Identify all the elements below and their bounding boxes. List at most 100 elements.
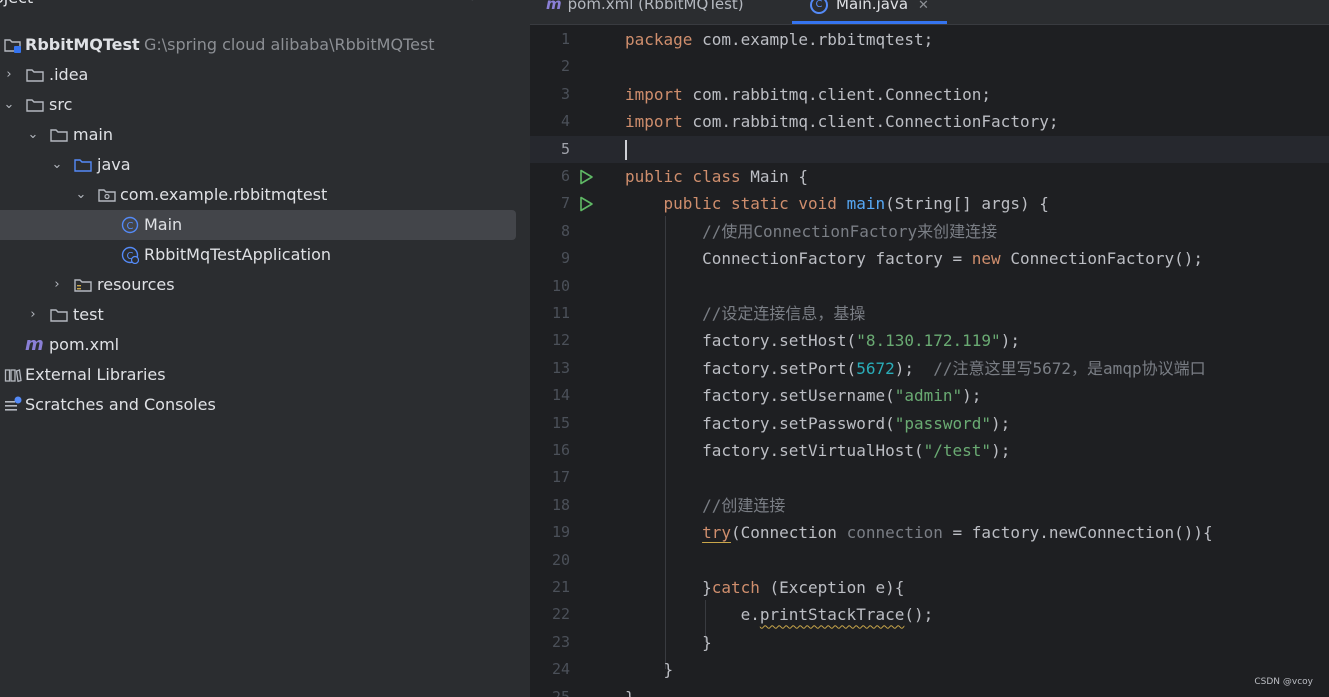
run-icon[interactable] <box>578 169 594 185</box>
code-text: //创建连接 <box>702 495 786 515</box>
tree-item-main-class[interactable]: C Main <box>0 210 516 240</box>
tree-item-idea[interactable]: › .idea <box>0 60 516 90</box>
tab-main-java[interactable]: C Main.java ✕ <box>792 0 947 24</box>
tree-item-project-root[interactable]: RbbitMQTest G:\spring cloud alibaba\Rbbi… <box>0 30 516 60</box>
tree-item-label: src <box>49 95 73 114</box>
collapse-all-icon[interactable]: ⌄ <box>400 0 411 3</box>
code-text: } <box>625 660 674 680</box>
code-line[interactable]: 10 <box>530 273 1329 300</box>
line-number: 17 <box>551 468 570 487</box>
code-line[interactable]: 23 } <box>530 629 1329 656</box>
code-text: //使用ConnectionFactory来创建连接 <box>702 221 998 241</box>
tree-item-label: resources <box>97 275 175 294</box>
code-line[interactable]: 9 ConnectionFactory factory = new Connec… <box>530 245 1329 272</box>
line-number: 11 <box>551 304 570 322</box>
line-number: 5 <box>560 139 570 158</box>
code-line-current[interactable]: 5 <box>530 135 1329 163</box>
tree-item-scratches[interactable]: Scratches and Consoles <box>0 390 516 420</box>
close-icon[interactable]: ✕ <box>432 0 443 3</box>
code-text: factory.setUsername("admin"); <box>625 386 982 406</box>
tree-item-label: RbbitMqTestApplication <box>144 245 332 264</box>
code-text: ConnectionFactory factory = new Connecti… <box>625 249 1203 269</box>
line-number: 25 <box>551 687 570 697</box>
line-number: 2 <box>560 57 570 76</box>
chevron-down-icon[interactable]: ⌄ <box>74 180 88 210</box>
code-line[interactable]: 19 try(Connection connection = factory.n… <box>530 519 1329 546</box>
code-line[interactable]: 3 import com.rabbitmq.client.Connection; <box>530 81 1329 108</box>
code-text: factory.setPort(5672); //注意这里写5672，是amqp… <box>625 358 1206 378</box>
tab-pom-xml[interactable]: m pom.xml (RbbitMQTest) <box>546 0 744 24</box>
close-icon[interactable]: ✕ <box>918 0 929 13</box>
chevron-right-icon[interactable]: › <box>26 300 40 330</box>
code-line[interactable]: 15 factory.setPassword("password"); <box>530 410 1329 437</box>
code-line[interactable]: 1 package com.example.rbbitmqtest; <box>530 26 1329 53</box>
run-icon[interactable] <box>578 196 594 212</box>
tree-item-external-libraries[interactable]: External Libraries <box>0 360 516 390</box>
line-number: 13 <box>551 358 570 377</box>
project-module-icon <box>4 39 21 53</box>
source-folder-icon <box>74 159 92 172</box>
code-line[interactable]: 18 //创建连接 <box>530 492 1329 519</box>
line-number: 14 <box>551 386 570 405</box>
more-options-icon[interactable]: ⋮ <box>466 0 479 3</box>
code-line[interactable]: 4 import com.rabbitmq.client.ConnectionFa… <box>530 108 1329 135</box>
tree-item-main[interactable]: ⌄ main <box>0 120 516 150</box>
line-number: 23 <box>551 632 570 651</box>
chevron-down-icon[interactable]: ⌄ <box>50 150 64 180</box>
code-text: try(Connection connection = factory.newC… <box>702 523 1213 543</box>
chevron-down-icon[interactable]: ⌄ <box>44 0 54 2</box>
tab-label: pom.xml (RbbitMQTest) <box>567 0 744 13</box>
editor-panel: m pom.xml (RbbitMQTest) C Main.java ✕ 1 pack… <box>530 0 1329 697</box>
code-line[interactable]: 7 public static void main(String[] args)… <box>530 190 1329 217</box>
code-text: public class Main { <box>625 167 809 186</box>
tree-item-src[interactable]: ⌄ src <box>0 90 516 120</box>
code-line[interactable]: 14 factory.setUsername("admin"); <box>530 382 1329 409</box>
project-panel-title[interactable]: oject <box>0 0 33 7</box>
tree-item-pom[interactable]: m pom.xml <box>0 330 516 360</box>
code-line[interactable]: 21 }catch (Exception e){ <box>530 574 1329 601</box>
line-number: 6 <box>560 167 570 185</box>
tree-item-label: test <box>73 305 104 324</box>
tree-item-package[interactable]: ⌄ com.example.rbbitmqtest <box>0 180 516 210</box>
tree-item-resources[interactable]: › resources <box>0 270 516 300</box>
code-line[interactable]: 2 <box>530 53 1329 80</box>
code-text: }catch (Exception e){ <box>625 578 905 597</box>
code-line[interactable]: 6 public class Main { <box>530 163 1329 190</box>
line-number: 9 <box>560 249 570 268</box>
code-text: e.printStackTrace(); <box>625 605 934 625</box>
code-editor[interactable]: 1 package com.example.rbbitmqtest; 2 3 imp… <box>530 25 1329 697</box>
code-line[interactable]: 17 <box>530 464 1329 491</box>
chevron-right-icon[interactable]: › <box>2 60 16 90</box>
code-line[interactable]: 16 factory.setVirtualHost("/test"); <box>530 437 1329 464</box>
code-line[interactable]: 11 //设定连接信息，基操 <box>530 300 1329 327</box>
tree-item-application-class[interactable]: C RbbitMqTestApplication <box>0 240 516 270</box>
code-line[interactable]: 24 } <box>530 656 1329 683</box>
line-number: 12 <box>551 331 570 350</box>
code-text: factory.setVirtualHost("/test"); <box>625 441 1011 460</box>
tree-item-java[interactable]: ⌄ java <box>0 150 516 180</box>
scratches-icon <box>5 396 22 411</box>
tree-item-label: com.example.rbbitmqtest <box>120 185 328 204</box>
line-number: 7 <box>560 194 570 213</box>
tree-item-label: pom.xml <box>49 335 120 354</box>
select-opened-file-icon[interactable]: ⊕ <box>366 0 377 3</box>
code-line[interactable]: 20 <box>530 547 1329 574</box>
code-text: import com.rabbitmq.client.Connection; <box>625 84 992 104</box>
code-text: package com.example.rbbitmqtest; <box>625 30 934 49</box>
code-line[interactable]: 8 //使用ConnectionFactory来创建连接 <box>530 218 1329 245</box>
tree-item-label: java <box>97 155 131 174</box>
chevron-down-icon[interactable]: ⌄ <box>26 120 40 150</box>
folder-icon <box>26 69 44 82</box>
project-panel: oject ⌄ ⊕ ⌄ ✕ ⋮ RbbitMQTest G:\spring cl… <box>0 0 530 697</box>
chevron-right-icon[interactable]: › <box>50 270 64 300</box>
code-line[interactable]: 25} <box>530 684 1329 697</box>
code-line[interactable]: 22 e.printStackTrace(); <box>530 601 1329 628</box>
line-number: 3 <box>560 84 570 103</box>
chevron-down-icon[interactable]: ⌄ <box>2 90 16 120</box>
tree-item-test[interactable]: › test <box>0 300 516 330</box>
code-line[interactable]: 13 factory.setPort(5672); //注意这里写5672，是a… <box>530 355 1329 382</box>
line-number: 4 <box>560 112 570 131</box>
code-text: public static void main(String[] args) { <box>663 194 1049 214</box>
project-panel-header: oject ⌄ ⊕ ⌄ ✕ ⋮ <box>0 0 530 12</box>
code-line[interactable]: 12 factory.setHost("8.130.172.119"); <box>530 327 1329 354</box>
